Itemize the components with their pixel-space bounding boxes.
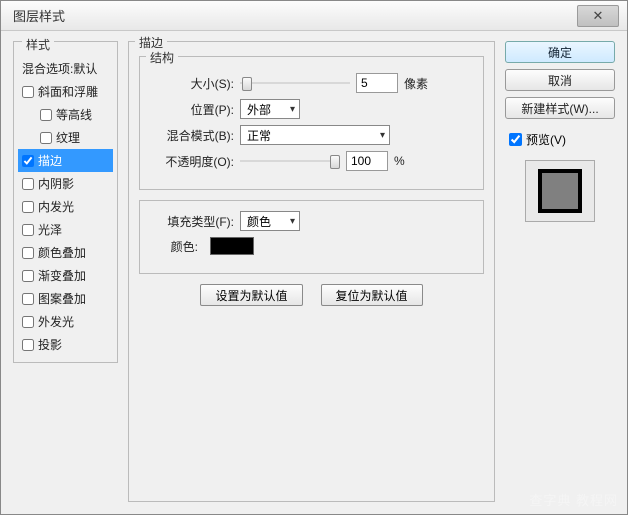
dialog-body: 样式 混合选项:默认 斜面和浮雕 等高线 纹理 描边 内阴影 内发光 光泽 颜色… [1,31,627,514]
style-color-overlay[interactable]: 颜色叠加 [18,241,113,264]
style-color-overlay-check[interactable] [22,247,34,259]
blending-options[interactable]: 混合选项:默认 [18,57,113,80]
structure-title: 结构 [146,49,178,66]
style-pattern-overlay-check[interactable] [22,293,34,305]
fill-group: 填充类型(F): 颜色 颜色: [139,200,484,274]
style-bevel[interactable]: 斜面和浮雕 [18,80,113,103]
style-gradient-overlay-check[interactable] [22,270,34,282]
size-unit: 像素 [404,75,428,92]
window-title: 图层样式 [9,6,577,25]
layer-style-dialog: 图层样式 ✕ 样式 混合选项:默认 斜面和浮雕 等高线 纹理 描边 内阴影 内发… [0,0,628,515]
style-gradient-overlay[interactable]: 渐变叠加 [18,264,113,287]
style-inner-shadow-check[interactable] [22,178,34,190]
styles-panel: 样式 混合选项:默认 斜面和浮雕 等高线 纹理 描边 内阴影 内发光 光泽 颜色… [13,41,118,502]
size-input[interactable] [356,73,398,93]
styles-fieldset: 样式 混合选项:默认 斜面和浮雕 等高线 纹理 描边 内阴影 内发光 光泽 颜色… [13,41,118,363]
action-panel: 确定 取消 新建样式(W)... 预览(V) [505,41,615,502]
styles-header: 样式 [22,38,54,52]
position-label: 位置(P): [150,101,240,118]
blend-row: 混合模式(B): 正常 [150,125,473,145]
structure-group: 结构 大小(S): 像素 位置(P): 外部 混合模式(B): 正常 [139,56,484,190]
preview-label: 预览(V) [526,131,566,148]
opacity-row: 不透明度(O): % [150,151,473,171]
style-outer-glow[interactable]: 外发光 [18,310,113,333]
color-label: 颜色: [150,238,204,255]
reset-default-button[interactable]: 复位为默认值 [321,284,423,306]
position-row: 位置(P): 外部 [150,99,473,119]
preview-checkbox[interactable] [509,133,522,146]
size-row: 大小(S): 像素 [150,73,473,93]
blend-dropdown[interactable]: 正常 [240,125,390,145]
style-outer-glow-check[interactable] [22,316,34,328]
fill-type-row: 填充类型(F): 颜色 [150,211,473,231]
style-texture[interactable]: 纹理 [18,126,113,149]
settings-panel: 描边 结构 大小(S): 像素 位置(P): 外部 混合模式(B): [118,41,505,502]
style-contour-check[interactable] [40,109,52,121]
style-texture-check[interactable] [40,132,52,144]
style-pattern-overlay[interactable]: 图案叠加 [18,287,113,310]
set-default-button[interactable]: 设置为默认值 [200,284,302,306]
styles-list: 混合选项:默认 斜面和浮雕 等高线 纹理 描边 内阴影 内发光 光泽 颜色叠加 … [18,57,113,356]
style-stroke-check[interactable] [22,155,34,167]
opacity-slider[interactable] [240,153,340,169]
opacity-label: 不透明度(O): [150,153,240,170]
opacity-thumb[interactable] [330,155,340,169]
close-button[interactable]: ✕ [577,5,619,27]
style-stroke[interactable]: 描边 [18,149,113,172]
size-slider[interactable] [240,75,350,91]
stroke-group: 描边 结构 大小(S): 像素 位置(P): 外部 混合模式(B): [128,41,495,502]
style-inner-shadow[interactable]: 内阴影 [18,172,113,195]
size-label: 大小(S): [150,75,240,92]
blend-label: 混合模式(B): [150,127,240,144]
new-style-button[interactable]: 新建样式(W)... [505,97,615,119]
style-drop-shadow-check[interactable] [22,339,34,351]
opacity-unit: % [394,154,405,168]
style-contour[interactable]: 等高线 [18,103,113,126]
style-bevel-check[interactable] [22,86,34,98]
style-inner-glow[interactable]: 内发光 [18,195,113,218]
size-thumb[interactable] [242,77,252,91]
color-swatch[interactable] [210,237,254,255]
style-satin-check[interactable] [22,224,34,236]
position-dropdown[interactable]: 外部 [240,99,300,119]
ok-button[interactable]: 确定 [505,41,615,63]
fill-type-label: 填充类型(F): [150,213,240,230]
default-buttons: 设置为默认值 复位为默认值 [139,284,484,306]
fill-type-dropdown[interactable]: 颜色 [240,211,300,231]
preview-toggle[interactable]: 预览(V) [505,131,615,148]
style-satin[interactable]: 光泽 [18,218,113,241]
style-drop-shadow[interactable]: 投影 [18,333,113,356]
preview-swatch [538,169,582,213]
titlebar: 图层样式 ✕ [1,1,627,31]
opacity-input[interactable] [346,151,388,171]
style-inner-glow-check[interactable] [22,201,34,213]
cancel-button[interactable]: 取消 [505,69,615,91]
preview-box [525,160,595,222]
color-row: 颜色: [150,237,473,255]
